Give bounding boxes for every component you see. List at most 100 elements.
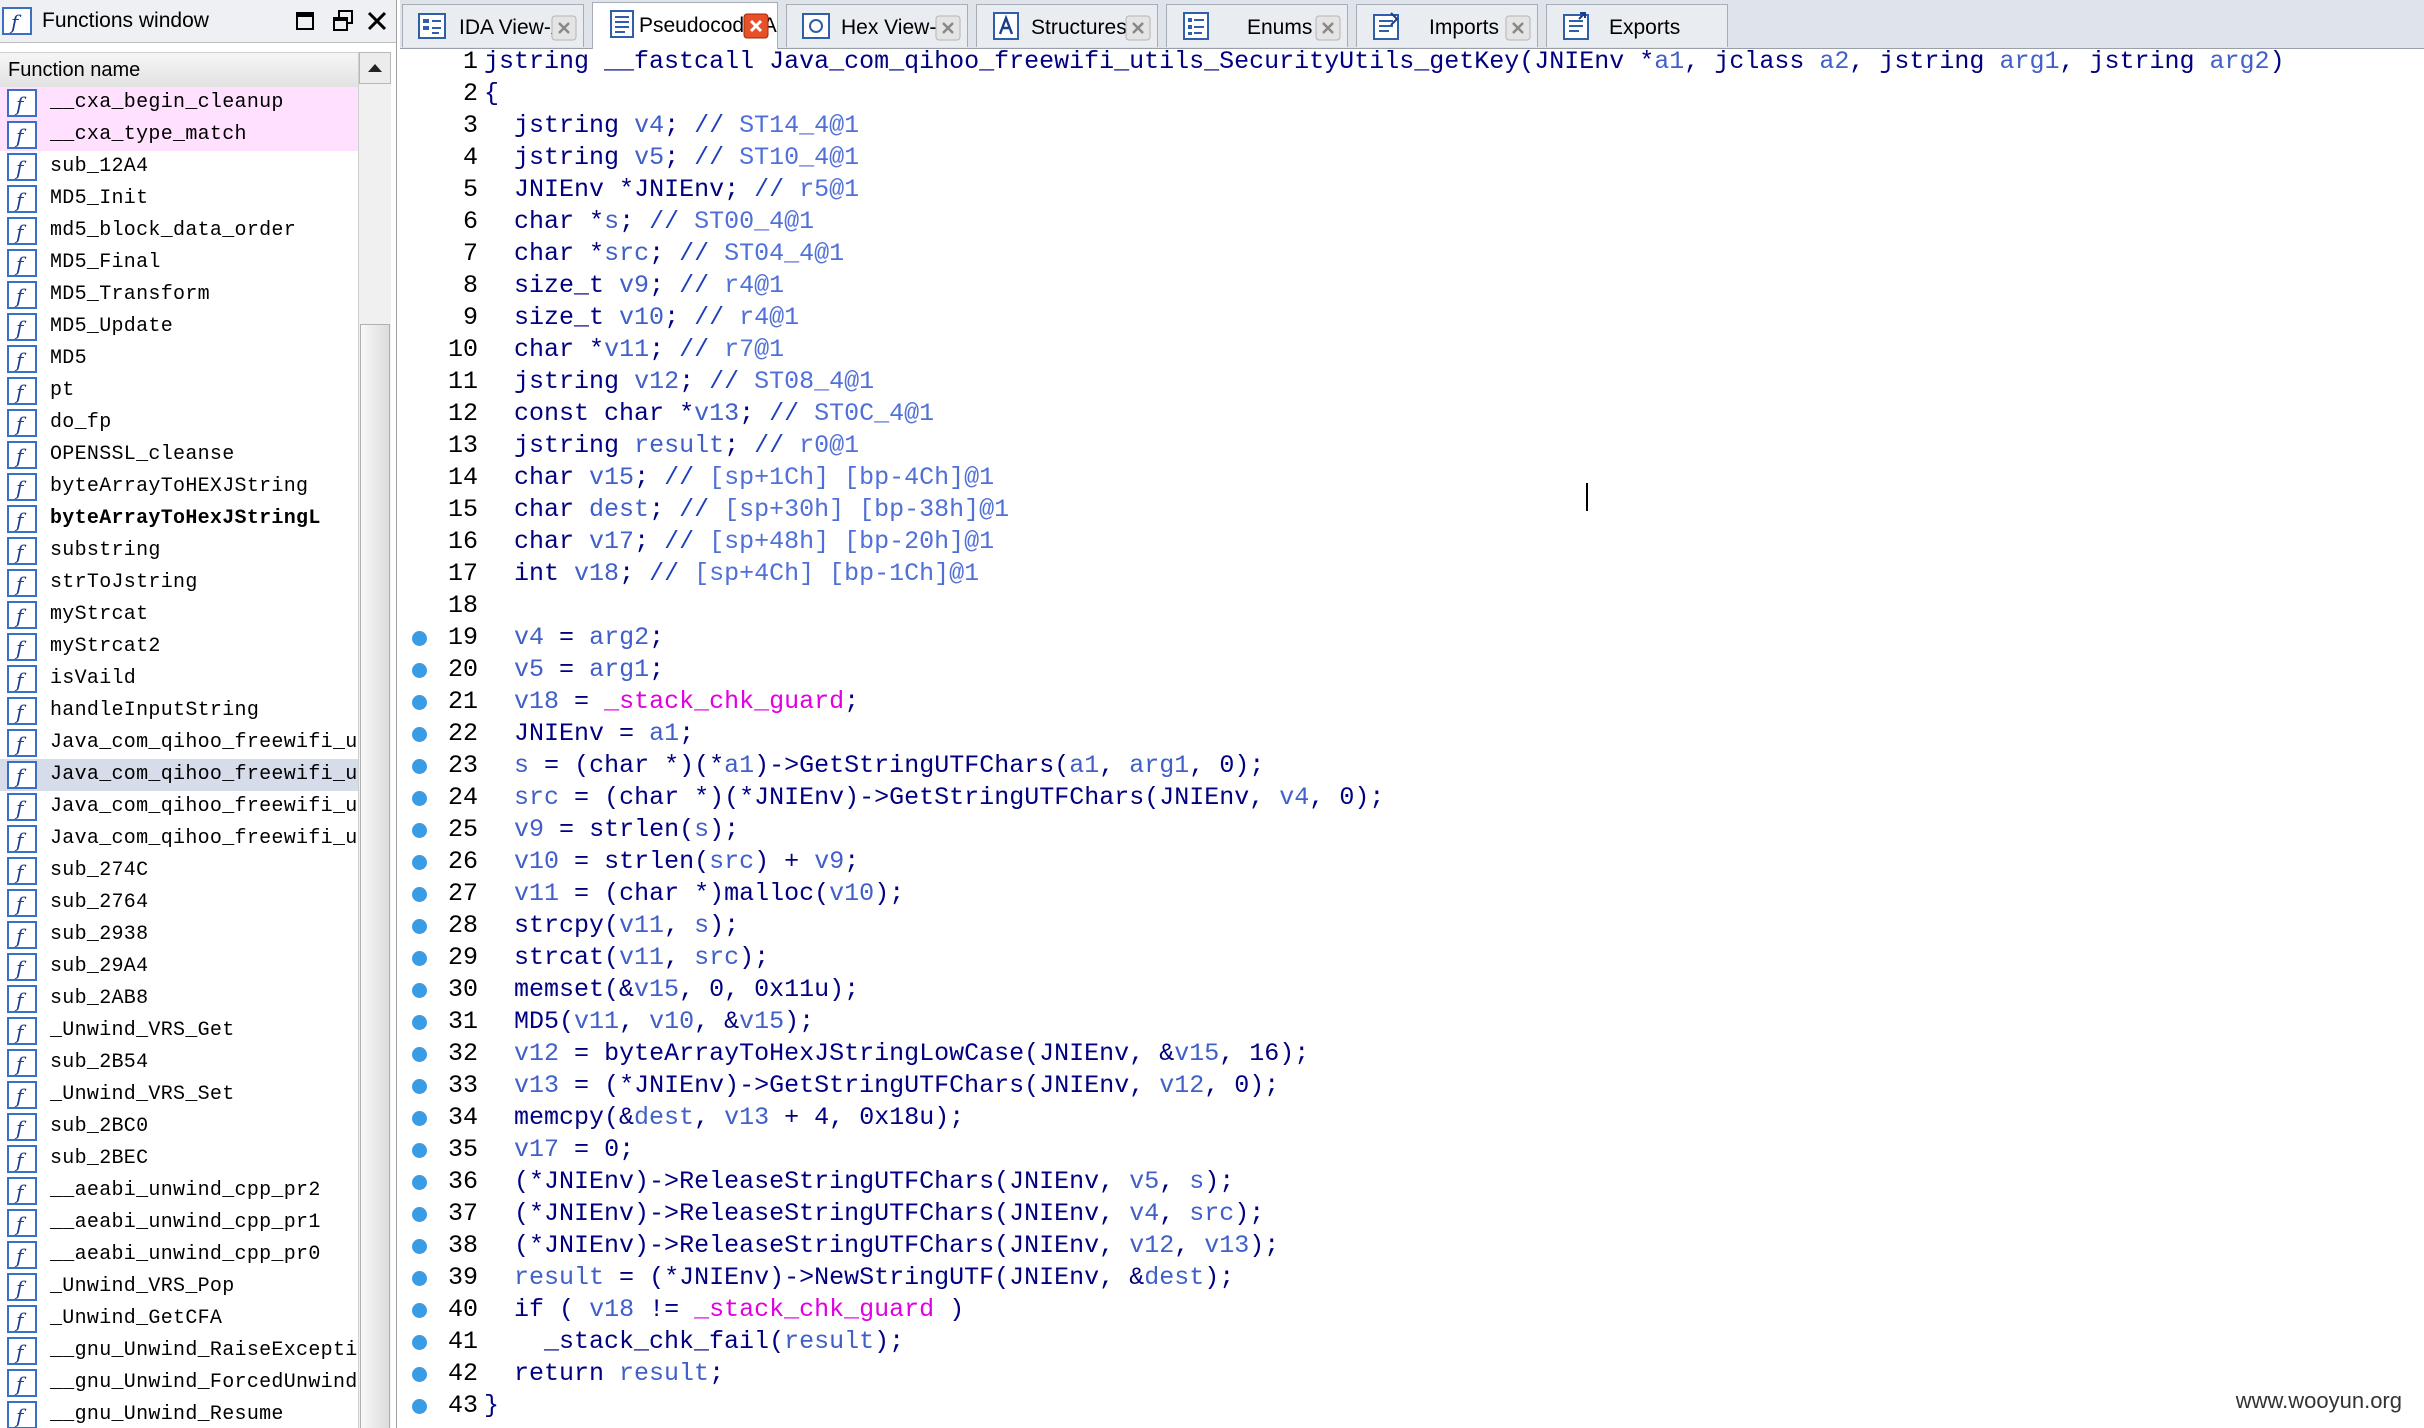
code-line[interactable]: 20 v5 = arg1; xyxy=(400,654,2424,686)
function-list-item[interactable]: f Java_com_qihoo_freewifi_ut xyxy=(0,823,358,855)
code-line[interactable]: 43} xyxy=(400,1390,2424,1422)
function-list-item[interactable]: f OPENSSL_cleanse xyxy=(0,439,358,471)
function-list-item[interactable]: f sub_2BC0 xyxy=(0,1111,358,1143)
code-line[interactable]: 10 char *v11; // r7@1 xyxy=(400,334,2424,366)
code-line[interactable]: 5 JNIEnv *JNIEnv; // r5@1 xyxy=(400,174,2424,206)
tab-close-icon[interactable] xyxy=(1315,15,1341,41)
code-line[interactable]: 25 v9 = strlen(s); xyxy=(400,814,2424,846)
function-list-item[interactable]: f _Unwind_VRS_Get xyxy=(0,1015,358,1047)
function-list-item[interactable]: f __gnu_Unwind_Resume xyxy=(0,1399,358,1428)
function-list-item[interactable]: f md5_block_data_order xyxy=(0,215,358,247)
function-list-item[interactable]: f Java_com_qihoo_freewifi_ut xyxy=(0,759,358,791)
code-line[interactable]: 36 (*JNIEnv)->ReleaseStringUTFChars(JNIE… xyxy=(400,1166,2424,1198)
tab-close-icon[interactable] xyxy=(743,13,769,39)
function-list-item[interactable]: f __cxa_type_match xyxy=(0,119,358,151)
tab-exports[interactable]: Exports xyxy=(1546,4,1728,47)
tab-close-icon[interactable] xyxy=(1125,15,1151,41)
code-line[interactable]: 28 strcpy(v11, s); xyxy=(400,910,2424,942)
tab-enums[interactable]: Enums xyxy=(1166,4,1348,47)
scrollbar-thumb[interactable] xyxy=(360,324,390,1428)
code-line[interactable]: 42 return result; xyxy=(400,1358,2424,1390)
maximize-icon[interactable] xyxy=(292,8,318,34)
function-list-item[interactable]: f byteArrayToHexJStringL xyxy=(0,503,358,535)
code-line[interactable]: 34 memcpy(&dest, v13 + 4, 0x18u); xyxy=(400,1102,2424,1134)
function-list-item[interactable]: f sub_2938 xyxy=(0,919,358,951)
code-line[interactable]: 31 MD5(v11, v10, &v15); xyxy=(400,1006,2424,1038)
code-line[interactable]: 33 v13 = (*JNIEnv)->GetStringUTFChars(JN… xyxy=(400,1070,2424,1102)
tab-close-icon[interactable] xyxy=(551,15,577,41)
function-list-item[interactable]: f do_fp xyxy=(0,407,358,439)
code-line[interactable]: 39 result = (*JNIEnv)->NewStringUTF(JNIE… xyxy=(400,1262,2424,1294)
code-line[interactable]: 40 if ( v18 != _stack_chk_guard ) xyxy=(400,1294,2424,1326)
function-list-item[interactable]: f sub_2764 xyxy=(0,887,358,919)
code-line[interactable]: 8 size_t v9; // r4@1 xyxy=(400,270,2424,302)
tab-close-icon[interactable] xyxy=(1505,15,1531,41)
tab-close-icon[interactable] xyxy=(935,15,961,41)
function-list-item[interactable]: f Java_com_qihoo_freewifi_ut xyxy=(0,727,358,759)
function-name-column-header[interactable]: Function name xyxy=(0,52,360,88)
function-list-item[interactable]: f myStrcat2 xyxy=(0,631,358,663)
code-line[interactable]: 19 v4 = arg2; xyxy=(400,622,2424,654)
pseudocode-view[interactable]: 1 jstring __fastcall Java_com_qihoo_freew… xyxy=(400,49,2424,1428)
code-line[interactable]: 13 jstring result; // r0@1 xyxy=(400,430,2424,462)
code-line[interactable]: 16 char v17; // [sp+48h] [bp-20h]@1 xyxy=(400,526,2424,558)
function-list-item[interactable]: f byteArrayToHEXJString xyxy=(0,471,358,503)
code-line[interactable]: 26 v10 = strlen(src) + v9; xyxy=(400,846,2424,878)
code-line[interactable]: 11 jstring v12; // ST08_4@1 xyxy=(400,366,2424,398)
code-line[interactable]: 4 jstring v5; // ST10_4@1 xyxy=(400,142,2424,174)
function-list-item[interactable]: f strToJstring xyxy=(0,567,358,599)
code-line[interactable]: 29 strcat(v11, src); xyxy=(400,942,2424,974)
code-line[interactable]: 9 size_t v10; // r4@1 xyxy=(400,302,2424,334)
function-list-item[interactable]: f handleInputString xyxy=(0,695,358,727)
function-list-item[interactable]: f Java_com_qihoo_freewifi_ut xyxy=(0,791,358,823)
function-list-item[interactable]: f __aeabi_unwind_cpp_pr2 xyxy=(0,1175,358,1207)
function-list-item[interactable]: f sub_2AB8 xyxy=(0,983,358,1015)
code-line[interactable]: 35 v17 = 0; xyxy=(400,1134,2424,1166)
function-list-item[interactable]: f sub_12A4 xyxy=(0,151,358,183)
code-line[interactable]: 27 v11 = (char *)malloc(v10); xyxy=(400,878,2424,910)
code-line[interactable]: 3 jstring v4; // ST14_4@1 xyxy=(400,110,2424,142)
functions-list[interactable]: f __cxa_begin_cleanup f __cxa_type_match f su… xyxy=(0,87,358,1428)
function-list-item[interactable]: f sub_274C xyxy=(0,855,358,887)
function-list-item[interactable]: f _Unwind_GetCFA xyxy=(0,1303,358,1335)
function-list-item[interactable]: f __gnu_Unwind_ForcedUnwind xyxy=(0,1367,358,1399)
code-line[interactable]: 7 char *src; // ST04_4@1 xyxy=(400,238,2424,270)
function-list-item[interactable]: f isVaild xyxy=(0,663,358,695)
function-list-item[interactable]: f sub_2B54 xyxy=(0,1047,358,1079)
close-icon[interactable] xyxy=(364,8,390,34)
scroll-up-button[interactable] xyxy=(359,52,391,84)
code-line[interactable]: 18 xyxy=(400,590,2424,622)
function-list-item[interactable]: f myStrcat xyxy=(0,599,358,631)
tab-hex-view-1[interactable]: Hex View-1 xyxy=(786,4,968,47)
tab-imports[interactable]: Imports xyxy=(1356,4,1538,47)
tab-pseudocode-a[interactable]: Pseudocode-A xyxy=(592,2,778,49)
tab-structures[interactable]: Structures xyxy=(976,4,1158,47)
code-line[interactable]: 22 JNIEnv = a1; xyxy=(400,718,2424,750)
function-list-item[interactable]: f pt xyxy=(0,375,358,407)
function-list-item[interactable]: f __cxa_begin_cleanup xyxy=(0,87,358,119)
tab-ida-view-a[interactable]: IDA View-A xyxy=(402,4,584,47)
code-line[interactable]: 21 v18 = _stack_chk_guard; xyxy=(400,686,2424,718)
function-list-item[interactable]: f __aeabi_unwind_cpp_pr1 xyxy=(0,1207,358,1239)
code-line[interactable]: 30 memset(&v15, 0, 0x11u); xyxy=(400,974,2424,1006)
code-line[interactable]: 6 char *s; // ST00_4@1 xyxy=(400,206,2424,238)
function-list-item[interactable]: f __aeabi_unwind_cpp_pr0 xyxy=(0,1239,358,1271)
function-list-item[interactable]: f MD5_Final xyxy=(0,247,358,279)
function-list-item[interactable]: f _Unwind_VRS_Set xyxy=(0,1079,358,1111)
function-list-item[interactable]: f _Unwind_VRS_Pop xyxy=(0,1271,358,1303)
function-list-item[interactable]: f sub_2BEC xyxy=(0,1143,358,1175)
code-line[interactable]: 1 jstring __fastcall Java_com_qihoo_freew… xyxy=(400,49,2424,78)
code-line[interactable]: 38 (*JNIEnv)->ReleaseStringUTFChars(JNIE… xyxy=(400,1230,2424,1262)
code-line[interactable]: 14 char v15; // [sp+1Ch] [bp-4Ch]@1 xyxy=(400,462,2424,494)
code-line[interactable]: 37 (*JNIEnv)->ReleaseStringUTFChars(JNIE… xyxy=(400,1198,2424,1230)
restore-icon[interactable] xyxy=(330,8,356,34)
function-list-item[interactable]: f substring xyxy=(0,535,358,567)
code-line[interactable]: 17 int v18; // [sp+4Ch] [bp-1Ch]@1 xyxy=(400,558,2424,590)
code-line[interactable]: 2{ xyxy=(400,78,2424,110)
code-line[interactable]: 41 _stack_chk_fail(result); xyxy=(400,1326,2424,1358)
code-line[interactable]: 23 s = (char *)(*a1)->GetStringUTFChars(… xyxy=(400,750,2424,782)
code-line[interactable]: 32 v12 = byteArrayToHexJStringLowCase(JN… xyxy=(400,1038,2424,1070)
function-list-item[interactable]: f MD5 xyxy=(0,343,358,375)
functions-scrollbar[interactable] xyxy=(358,52,391,1428)
code-line[interactable]: 15 char dest; // [sp+30h] [bp-38h]@1 xyxy=(400,494,2424,526)
